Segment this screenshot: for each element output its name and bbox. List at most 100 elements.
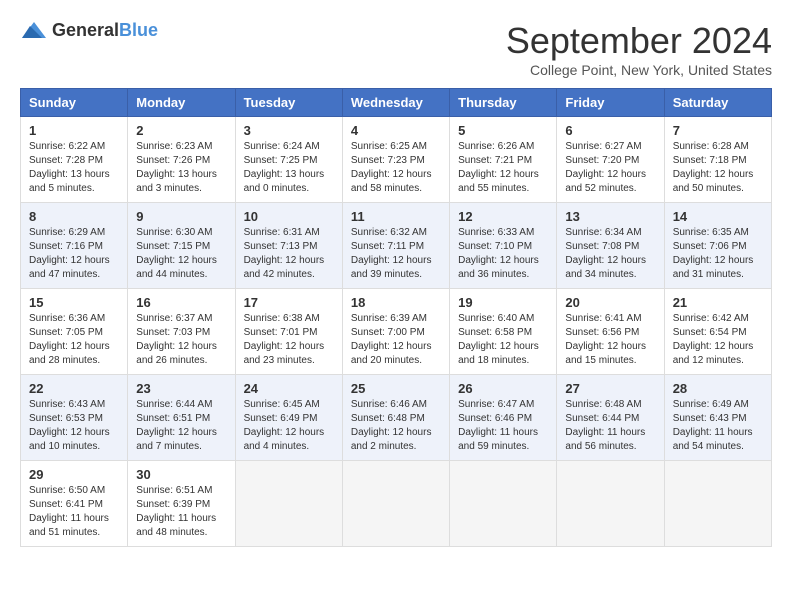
table-row: 27 Sunrise: 6:48 AMSunset: 6:44 PMDayligh… bbox=[557, 375, 664, 461]
calendar-week-row: 15Sunrise: 6:36 AMSunset: 7:05 PMDayligh… bbox=[21, 289, 772, 375]
table-row: 30 Sunrise: 6:51 AMSunset: 6:39 PMDayligh… bbox=[128, 461, 235, 547]
col-sunday: Sunday bbox=[21, 89, 128, 117]
day-info: Sunrise: 6:46 AMSunset: 6:48 PMDaylight:… bbox=[351, 398, 441, 454]
day-number: 7 bbox=[673, 123, 763, 138]
day-number: 10 bbox=[244, 209, 334, 224]
day-number: 18 bbox=[351, 295, 441, 310]
day-info: Sunrise: 6:27 AMSunset: 7:20 PMDaylight:… bbox=[565, 140, 655, 196]
day-number: 4 bbox=[351, 123, 441, 138]
day-number: 5 bbox=[458, 123, 548, 138]
calendar-header-row: Sunday Monday Tuesday Wednesday Thursday… bbox=[21, 89, 772, 117]
day-number: 12 bbox=[458, 209, 548, 224]
table-row: 4 Sunrise: 6:25 AMSunset: 7:23 PMDaylight… bbox=[342, 117, 449, 203]
day-number: 28 bbox=[673, 381, 763, 396]
calendar-week-row: 1 Sunrise: 6:22 AMSunset: 7:28 PMDaylight… bbox=[21, 117, 772, 203]
day-info: Sunrise: 6:34 AMSunset: 7:08 PMDaylight:… bbox=[565, 226, 655, 282]
table-row: 17 Sunrise: 6:38 AMSunset: 7:01 PMDayligh… bbox=[235, 289, 342, 375]
calendar-week-row: 22 Sunrise: 6:43 AMSunset: 6:53 PMDayligh… bbox=[21, 375, 772, 461]
col-friday: Friday bbox=[557, 89, 664, 117]
table-row: 28 Sunrise: 6:49 AMSunset: 6:43 PMDayligh… bbox=[664, 375, 771, 461]
calendar-week-row: 29Sunrise: 6:50 AMSunset: 6:41 PMDayligh… bbox=[21, 461, 772, 547]
location: College Point, New York, United States bbox=[506, 62, 772, 78]
day-info: Sunrise: 6:51 AMSunset: 6:39 PMDaylight:… bbox=[136, 484, 226, 540]
table-row: 22 Sunrise: 6:43 AMSunset: 6:53 PMDayligh… bbox=[21, 375, 128, 461]
day-info: Sunrise: 6:37 AMSunset: 7:03 PMDaylight:… bbox=[136, 312, 226, 368]
day-number: 22 bbox=[29, 381, 119, 396]
day-number: 13 bbox=[565, 209, 655, 224]
col-thursday: Thursday bbox=[450, 89, 557, 117]
day-number: 30 bbox=[136, 467, 226, 482]
table-row: 24 Sunrise: 6:45 AMSunset: 6:49 PMDayligh… bbox=[235, 375, 342, 461]
table-row: 21 Sunrise: 6:42 AMSunset: 6:54 PMDayligh… bbox=[664, 289, 771, 375]
day-number: 20 bbox=[565, 295, 655, 310]
day-info: Sunrise: 6:49 AMSunset: 6:43 PMDaylight:… bbox=[673, 398, 763, 454]
col-wednesday: Wednesday bbox=[342, 89, 449, 117]
table-row: 16 Sunrise: 6:37 AMSunset: 7:03 PMDayligh… bbox=[128, 289, 235, 375]
day-number: 6 bbox=[565, 123, 655, 138]
day-number: 1 bbox=[29, 123, 119, 138]
table-row: 3Sunrise: 6:24 AMSunset: 7:25 PMDaylight… bbox=[235, 117, 342, 203]
day-info: Sunrise: 6:24 AMSunset: 7:25 PMDaylight:… bbox=[244, 140, 334, 196]
day-info: Sunrise: 6:28 AMSunset: 7:18 PMDaylight:… bbox=[673, 140, 763, 196]
table-row: 23Sunrise: 6:44 AMSunset: 6:51 PMDayligh… bbox=[128, 375, 235, 461]
table-row bbox=[342, 461, 449, 547]
day-info: Sunrise: 6:47 AMSunset: 6:46 PMDaylight:… bbox=[458, 398, 548, 454]
day-number: 9 bbox=[136, 209, 226, 224]
day-info: Sunrise: 6:31 AMSunset: 7:13 PMDaylight:… bbox=[244, 226, 334, 282]
day-info: Sunrise: 6:23 AMSunset: 7:26 PMDaylight:… bbox=[136, 140, 226, 196]
table-row: 6 Sunrise: 6:27 AMSunset: 7:20 PMDaylight… bbox=[557, 117, 664, 203]
logo-icon bbox=[20, 20, 48, 42]
day-number: 21 bbox=[673, 295, 763, 310]
table-row bbox=[557, 461, 664, 547]
day-info: Sunrise: 6:40 AMSunset: 6:58 PMDaylight:… bbox=[458, 312, 548, 368]
col-tuesday: Tuesday bbox=[235, 89, 342, 117]
day-info: Sunrise: 6:35 AMSunset: 7:06 PMDaylight:… bbox=[673, 226, 763, 282]
table-row bbox=[450, 461, 557, 547]
table-row bbox=[235, 461, 342, 547]
day-info: Sunrise: 6:39 AMSunset: 7:00 PMDaylight:… bbox=[351, 312, 441, 368]
day-number: 16 bbox=[136, 295, 226, 310]
day-info: Sunrise: 6:41 AMSunset: 6:56 PMDaylight:… bbox=[565, 312, 655, 368]
day-info: Sunrise: 6:22 AMSunset: 7:28 PMDaylight:… bbox=[29, 140, 119, 196]
day-info: Sunrise: 6:25 AMSunset: 7:23 PMDaylight:… bbox=[351, 140, 441, 196]
table-row: 9 Sunrise: 6:30 AMSunset: 7:15 PMDaylight… bbox=[128, 203, 235, 289]
day-number: 29 bbox=[29, 467, 119, 482]
day-info: Sunrise: 6:38 AMSunset: 7:01 PMDaylight:… bbox=[244, 312, 334, 368]
table-row: 29Sunrise: 6:50 AMSunset: 6:41 PMDayligh… bbox=[21, 461, 128, 547]
month-title: September 2024 bbox=[506, 20, 772, 62]
day-number: 2 bbox=[136, 123, 226, 138]
day-number: 24 bbox=[244, 381, 334, 396]
table-row: 5 Sunrise: 6:26 AMSunset: 7:21 PMDaylight… bbox=[450, 117, 557, 203]
day-info: Sunrise: 6:26 AMSunset: 7:21 PMDaylight:… bbox=[458, 140, 548, 196]
table-row: 19Sunrise: 6:40 AMSunset: 6:58 PMDayligh… bbox=[450, 289, 557, 375]
title-area: September 2024 College Point, New York, … bbox=[506, 20, 772, 78]
logo-general: GeneralBlue bbox=[52, 21, 158, 41]
table-row: 1 Sunrise: 6:22 AMSunset: 7:28 PMDaylight… bbox=[21, 117, 128, 203]
day-number: 17 bbox=[244, 295, 334, 310]
day-number: 15 bbox=[29, 295, 119, 310]
calendar-week-row: 8Sunrise: 6:29 AMSunset: 7:16 PMDaylight… bbox=[21, 203, 772, 289]
day-number: 27 bbox=[565, 381, 655, 396]
day-number: 26 bbox=[458, 381, 548, 396]
table-row: 11Sunrise: 6:32 AMSunset: 7:11 PMDayligh… bbox=[342, 203, 449, 289]
col-saturday: Saturday bbox=[664, 89, 771, 117]
table-row: 18 Sunrise: 6:39 AMSunset: 7:00 PMDayligh… bbox=[342, 289, 449, 375]
day-info: Sunrise: 6:32 AMSunset: 7:11 PMDaylight:… bbox=[351, 226, 441, 282]
logo: GeneralBlue bbox=[20, 20, 158, 42]
day-info: Sunrise: 6:42 AMSunset: 6:54 PMDaylight:… bbox=[673, 312, 763, 368]
day-info: Sunrise: 6:30 AMSunset: 7:15 PMDaylight:… bbox=[136, 226, 226, 282]
table-row: 13 Sunrise: 6:34 AMSunset: 7:08 PMDayligh… bbox=[557, 203, 664, 289]
table-row bbox=[664, 461, 771, 547]
table-row: 8Sunrise: 6:29 AMSunset: 7:16 PMDaylight… bbox=[21, 203, 128, 289]
day-info: Sunrise: 6:48 AMSunset: 6:44 PMDaylight:… bbox=[565, 398, 655, 454]
day-info: Sunrise: 6:33 AMSunset: 7:10 PMDaylight:… bbox=[458, 226, 548, 282]
table-row: 15Sunrise: 6:36 AMSunset: 7:05 PMDayligh… bbox=[21, 289, 128, 375]
day-number: 8 bbox=[29, 209, 119, 224]
page-header: GeneralBlue September 2024 College Point… bbox=[20, 20, 772, 78]
day-info: Sunrise: 6:45 AMSunset: 6:49 PMDaylight:… bbox=[244, 398, 334, 454]
col-monday: Monday bbox=[128, 89, 235, 117]
calendar-table: Sunday Monday Tuesday Wednesday Thursday… bbox=[20, 88, 772, 547]
day-info: Sunrise: 6:43 AMSunset: 6:53 PMDaylight:… bbox=[29, 398, 119, 454]
day-number: 25 bbox=[351, 381, 441, 396]
day-number: 23 bbox=[136, 381, 226, 396]
